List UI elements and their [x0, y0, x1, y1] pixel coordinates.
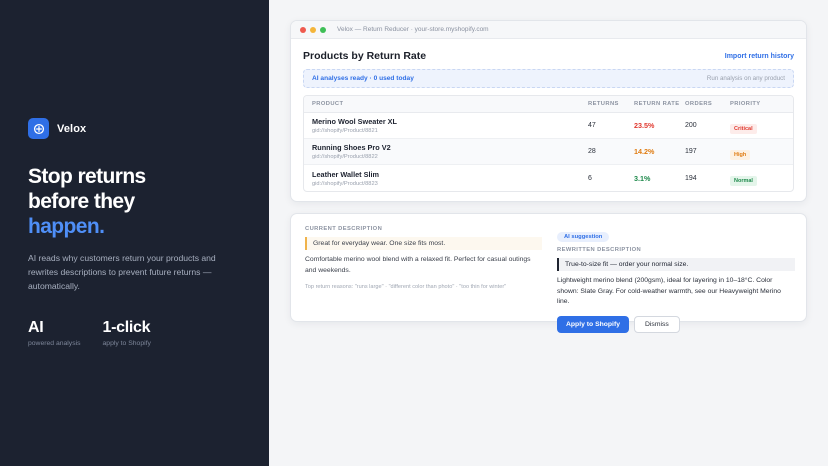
column-header-returns: RETURNS: [588, 101, 619, 107]
stat-value: 1-click: [102, 319, 151, 336]
product-gid: gid://shopify/Product/8822: [312, 154, 378, 160]
rewritten-description-label: REWRITTEN DESCRIPTION: [557, 247, 642, 253]
dismiss-button[interactable]: Dismiss: [634, 315, 680, 333]
product-cell: Merino Wool Sweater XL gid://shopify/Pro…: [312, 117, 588, 134]
priority-badge: High: [730, 149, 751, 160]
return-rate: 3.1%: [634, 173, 651, 183]
app-window: Velox — Return Reducer · your-store.mysh…: [290, 20, 807, 202]
headline-line-2: before they: [28, 190, 135, 213]
current-description-body: Comfortable merino wool blend with a rel…: [305, 256, 531, 274]
brand: Velox: [28, 118, 86, 139]
priority-badge: Critical: [730, 123, 757, 134]
stat-value: AI: [28, 319, 44, 336]
stat-ai: AI powered analysis: [28, 319, 81, 347]
preview-area: Velox — Return Reducer · your-store.mysh…: [269, 0, 828, 466]
window-titlebar: Velox — Return Reducer · your-store.mysh…: [291, 21, 806, 39]
priority-badge: Normal: [730, 176, 757, 186]
product-cell: Running Shoes Pro V2 gid://shopify/Produ…: [312, 143, 588, 160]
product-name: Running Shoes Pro V2: [312, 143, 391, 152]
table-row[interactable]: Merino Wool Sweater XL gid://shopify/Pro…: [304, 113, 793, 139]
table-row[interactable]: Running Shoes Pro V2 gid://shopify/Produ…: [304, 139, 793, 165]
window-title: Velox — Return Reducer · your-store.mysh…: [337, 26, 489, 33]
rewritten-description-body: Lightweight merino blend (200gsm), ideal…: [557, 277, 781, 305]
ai-suggestion-badge: AI suggestion: [557, 232, 610, 242]
banner-hint: Run analysis on any product: [706, 75, 785, 82]
stat-label: powered analysis: [28, 340, 81, 347]
product-name: Leather Wallet Slim: [312, 169, 380, 179]
minimize-dot-icon: [310, 26, 316, 33]
rewritten-highlight-quote: True-to-size fit — order your normal siz…: [557, 258, 795, 271]
column-header-product: PRODUCT: [312, 101, 344, 107]
stat-one-click: 1-click apply to Shopify: [103, 319, 151, 347]
products-header: Products by Return Rate Import return hi…: [303, 50, 794, 62]
column-header-return-rate: RETURN RATE: [634, 101, 680, 107]
headline-line-1: Stop returns: [28, 165, 146, 188]
velox-logo-icon: [28, 118, 49, 139]
analysis-banner: AI analyses ready · 0 used today Run ana…: [303, 69, 794, 88]
orders-count: 197: [685, 148, 697, 155]
close-dot-icon: [300, 26, 306, 33]
product-gid: gid://shopify/Product/8823: [312, 180, 378, 187]
table-header: PRODUCT RETURNS RETURN RATE ORDERS PRIOR…: [304, 96, 793, 113]
table-row[interactable]: Leather Wallet Slim gid://shopify/Produc…: [304, 165, 793, 191]
hero-headline: Stop returns before they happen.: [28, 164, 248, 239]
column-header-orders: ORDERS: [685, 101, 713, 107]
returns-count: 28: [588, 148, 596, 155]
suggestion-card: CURRENT DESCRIPTION Great for everyday w…: [290, 213, 807, 333]
products-title: Products by Return Rate: [303, 50, 427, 62]
column-header-priority: PRIORITY: [730, 101, 761, 107]
products-table: PRODUCT RETURNS RETURN RATE ORDERS PRIOR…: [303, 95, 794, 192]
current-description-label: CURRENT DESCRIPTION: [305, 226, 383, 232]
return-rate: 14.2%: [634, 147, 655, 156]
brand-name: Velox: [57, 122, 87, 135]
hero-panel: Velox Stop returns before they happen. A…: [0, 0, 269, 466]
returns-count: 47: [588, 122, 596, 129]
import-return-history-link[interactable]: Import return history: [725, 53, 794, 60]
current-description-panel: CURRENT DESCRIPTION Great for everyday w…: [305, 226, 542, 290]
product-name: Merino Wool Sweater XL: [312, 117, 398, 126]
headline-accent: happen.: [28, 215, 105, 238]
returns-count: 6: [588, 174, 592, 182]
hero-description: AI reads why customers return your produ…: [28, 253, 216, 291]
analyses-status: AI analyses ready · 0 used today: [312, 75, 414, 82]
hero-stats: AI powered analysis 1-click apply to Sho…: [28, 319, 151, 347]
rewritten-description-panel: AI suggestion REWRITTEN DESCRIPTION True…: [557, 225, 795, 333]
stat-label: apply to Shopify: [102, 340, 151, 347]
return-reasons: Top return reasons: "runs large" · "diff…: [305, 284, 507, 290]
product-gid: gid://shopify/Product/8821: [312, 128, 378, 134]
orders-count: 194: [685, 174, 697, 182]
product-cell: Leather Wallet Slim gid://shopify/Produc…: [312, 170, 588, 187]
orders-count: 200: [685, 122, 697, 129]
suggestion-actions: Apply to Shopify Dismiss: [557, 315, 795, 333]
current-highlight-quote: Great for everyday wear. One size fits m…: [305, 237, 542, 250]
apply-to-shopify-button[interactable]: Apply to Shopify: [557, 315, 629, 333]
return-rate: 23.5%: [634, 121, 655, 130]
maximize-dot-icon: [320, 26, 326, 33]
